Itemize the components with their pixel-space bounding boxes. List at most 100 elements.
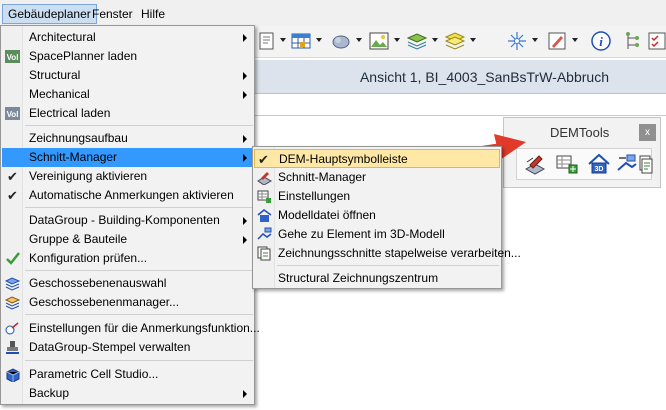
dropdown-arrow-icon[interactable] [432,38,438,42]
checklist-icon[interactable] [646,30,666,52]
vol-icon: Vol [5,50,20,63]
schnitt-manager-submenu: ✔ DEM-Hauptsymbolleiste Schnitt-Manager … [252,146,521,289]
stack-icon[interactable] [444,30,466,52]
menu-item-label: DEM-Hauptsymbolleiste [279,152,408,166]
menu-separator [25,125,253,126]
menu-item-label: Geschossebenenmanager... [29,295,180,309]
green-check-icon [6,252,20,265]
annotation-settings-icon [5,322,19,335]
dropdown-arrow-icon[interactable] [470,38,476,42]
menu-item-structural-zeichnungszentrum[interactable]: Structural Zeichnungszentrum [254,269,500,288]
goto-element-icon[interactable] [615,152,639,176]
menu-item-anmerkungsfunktion[interactable]: Einstellungen für die Anmerkungsfunktion… [2,319,260,338]
menu-item-architectural[interactable]: Architectural [2,28,253,47]
menu-item-label: Schnitt-Manager [29,150,118,164]
dropdown-arrow-icon[interactable] [532,38,538,42]
submenu-arrow-icon [243,72,247,80]
menu-item-structural[interactable]: Structural [2,66,253,85]
menu-item-label: Schnitt-Manager [278,170,367,184]
main-toolbar: i [250,26,666,58]
menu-item-label: Structural Zeichnungszentrum [278,271,439,285]
menu-item-label: DataGroup - Building-Komponenten [29,213,220,227]
dropdown-arrow-icon[interactable] [280,38,286,42]
menu-bar: Gebäudeplaner Fenster Hilfe [0,0,666,26]
menu-item-geschossebenenmanager[interactable]: Geschossebenenmanager... [2,293,253,312]
menu-item-label: Gehe zu Element im 3D-Modell [278,227,445,241]
menu-item-konfiguration-pruefen[interactable]: Konfiguration prüfen... [2,249,253,268]
menu-hilfe[interactable]: Hilfe [136,4,170,24]
stamp-icon [6,341,19,354]
menu-item-label: Backup [29,386,70,400]
menu-separator [25,360,253,361]
cloud-icon[interactable] [330,30,352,52]
menu-separator [25,270,253,271]
menu-gebaeudeplaner[interactable]: Gebäudeplaner [2,4,97,24]
submenu-arrow-icon [243,154,247,162]
settings-grid-icon[interactable] [555,152,579,176]
menu-item-label: Zeichnungsschnitte stapelweise verarbeit… [278,246,521,260]
menu-fenster[interactable]: Fenster [87,4,138,24]
close-button[interactable]: x [639,124,656,141]
table-icon[interactable] [290,30,312,52]
menu-item-mechanical[interactable]: Mechanical [2,85,253,104]
batch-process-icon [257,246,271,261]
snap-icon[interactable] [506,30,528,52]
submenu-arrow-icon [243,236,247,244]
terrain-icon[interactable] [368,30,390,52]
menu-item-label: Electrical laden [29,106,111,120]
menu-item-schnitt-manager-sub[interactable]: Schnitt-Manager [254,168,500,187]
info-icon[interactable]: i [590,30,612,52]
menu-item-geschossebenenauswahl[interactable]: Geschossebenenauswahl [2,274,253,293]
menu-item-label: Gruppe & Bauteile [29,232,128,246]
menu-item-label: Modelldatei öffnen [278,208,376,222]
layers-icon[interactable] [406,30,428,52]
menu-item-modelldatei-oeffnen[interactable]: Modelldatei öffnen [254,206,500,225]
menu-item-einstellungen[interactable]: Einstellungen [254,187,500,206]
menu-item-label: Mechanical [29,87,90,101]
menu-item-label: Architectural [29,30,96,44]
checkmark-icon: ✔ [7,169,18,184]
dropdown-arrow-icon[interactable] [356,38,362,42]
menu-item-backup[interactable]: Backup [2,384,253,403]
menu-item-label: Vereinigung aktivieren [29,169,148,183]
menu-item-gehe-zu-element[interactable]: Gehe zu Element im 3D-Modell [254,225,500,244]
batch-process-icon[interactable] [639,152,653,176]
menu-item-zeichnungsschnitte-stapel[interactable]: Zeichnungsschnitte stapelweise verarbeit… [254,244,521,263]
menu-item-datagroup-stempel[interactable]: DataGroup-Stempel verwalten [2,338,253,357]
edit-icon[interactable] [546,30,568,52]
menu-item-zeichnungsaufbau[interactable]: Zeichnungsaufbau [2,129,253,148]
svg-text:Vol: Vol [7,110,19,119]
menu-item-parametric-cell-studio[interactable]: Parametric Cell Studio... [2,365,253,384]
menu-item-spaceplanner[interactable]: Vol SpacePlanner laden [2,47,253,66]
page-icon[interactable] [256,30,278,52]
menu-item-dem-hauptsymbolleiste[interactable]: ✔ DEM-Hauptsymbolleiste [254,149,500,168]
menu-item-datagroup-building[interactable]: DataGroup - Building-Komponenten [2,211,253,230]
menu-item-label: DataGroup-Stempel verwalten [29,340,191,354]
menu-item-vereinigung[interactable]: ✔ Vereinigung aktivieren [2,167,253,186]
menu-separator [25,207,253,208]
goto-element-icon [257,227,272,240]
dropdown-arrow-icon[interactable] [572,38,578,42]
menu-separator [277,265,499,266]
section-manager-icon [257,172,272,185]
open-3d-model-icon[interactable]: 3D [587,152,611,176]
menu-item-electrical[interactable]: Vol Electrical laden [2,104,253,123]
menu-item-label: Geschossebenenauswahl [29,276,167,290]
floor-levels-icon [5,277,20,291]
menu-item-label: Einstellungen [278,189,351,203]
cell-studio-icon [6,368,20,382]
open-3d-model-icon [257,209,272,222]
menu-item-gruppe-bauteile[interactable]: Gruppe & Bauteile [2,230,253,249]
checkmark-icon: ✔ [258,152,269,167]
dropdown-arrow-icon[interactable] [316,38,322,42]
dropdown-arrow-icon[interactable] [394,38,400,42]
menu-item-automatische-anmerkungen[interactable]: ✔ Automatische Anmerkungen aktivieren [2,186,253,205]
menu-item-schnitt-manager[interactable]: Schnitt-Manager [2,148,253,167]
menu-item-label: Parametric Cell Studio... [29,367,159,381]
menu-item-label: Automatische Anmerkungen aktivieren [29,188,234,202]
tree-icon[interactable] [622,30,644,52]
demtools-title: DEMTools [550,125,610,140]
view-subbar [250,94,666,116]
svg-text:i: i [599,34,603,49]
submenu-arrow-icon [243,34,247,42]
